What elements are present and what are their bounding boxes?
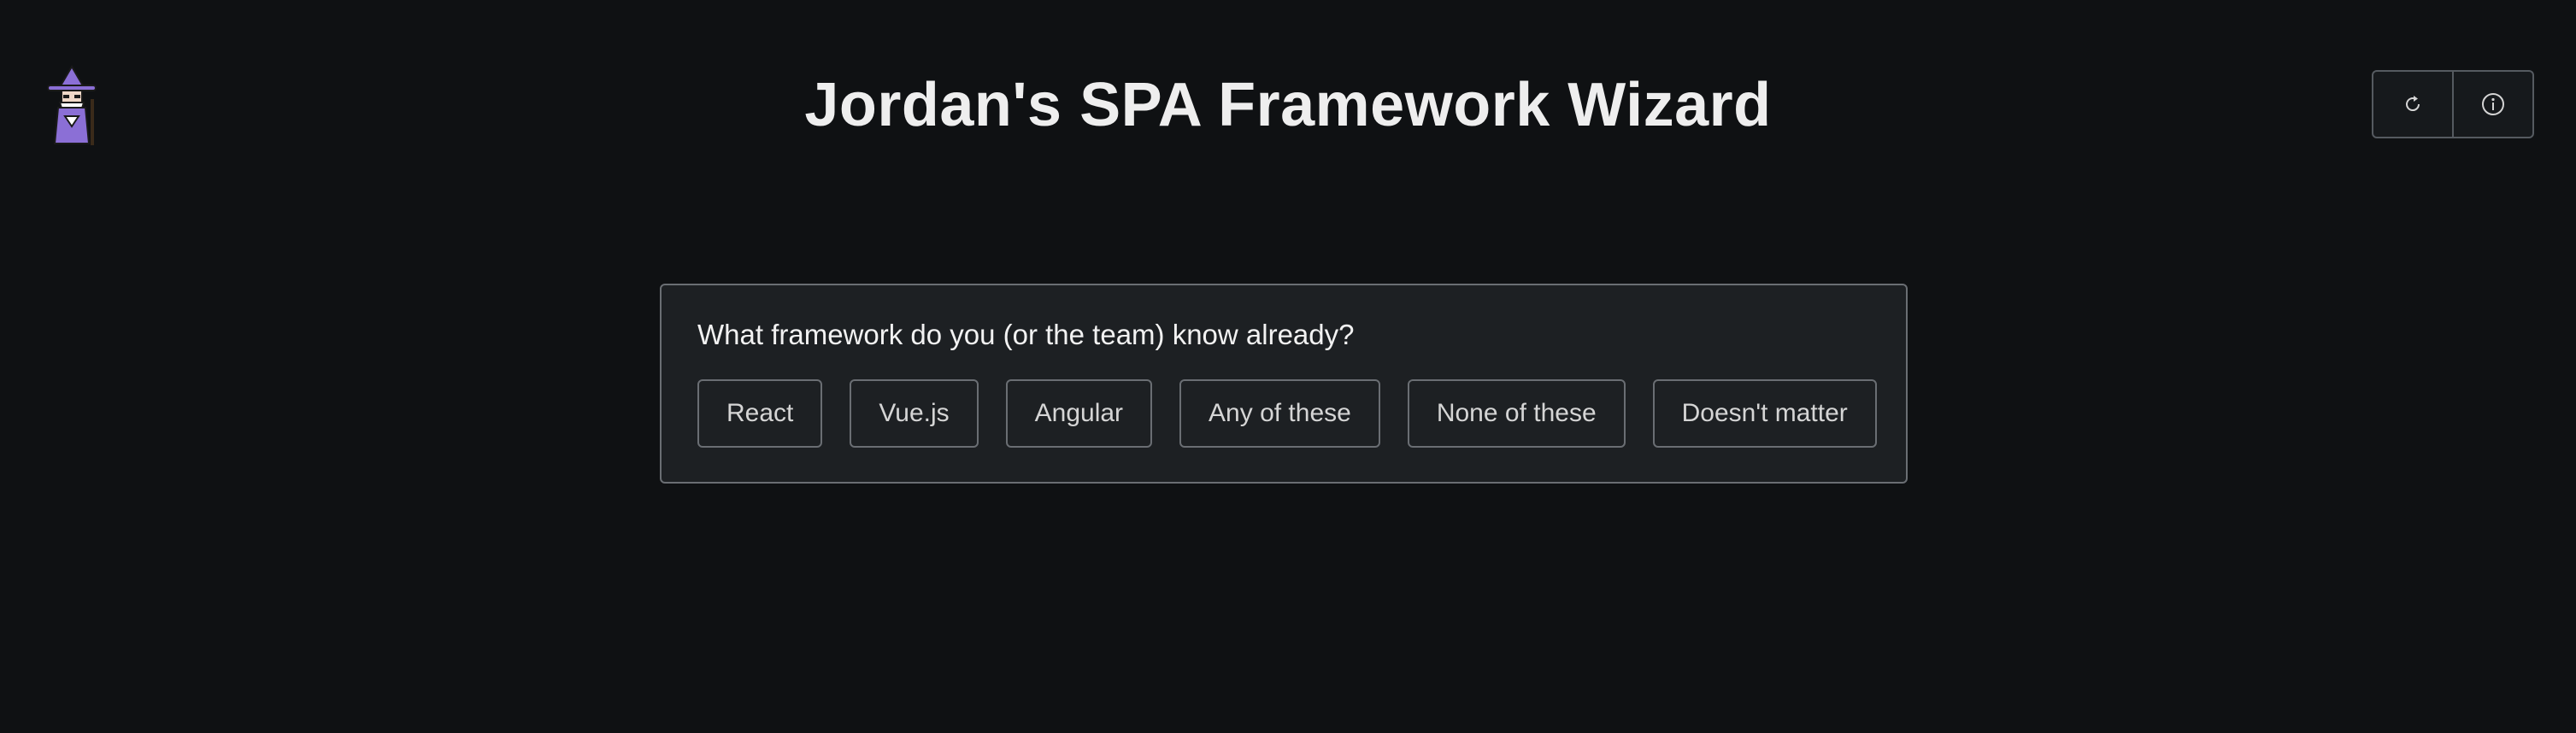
option-vue-button[interactable]: Vue.js xyxy=(850,379,979,448)
page-title: Jordan's SPA Framework Wizard xyxy=(804,71,1772,139)
refresh-icon xyxy=(2406,96,2420,112)
option-none-button[interactable]: None of these xyxy=(1407,379,1626,448)
option-any-button[interactable]: Any of these xyxy=(1179,379,1380,448)
page: Jordan's SPA Framework Wizard What frame… xyxy=(0,0,2576,733)
info-button[interactable] xyxy=(2452,72,2532,137)
option-angular-button[interactable]: Angular xyxy=(1005,379,1153,448)
restart-button[interactable] xyxy=(2373,72,2452,137)
question-card: What framework do you (or the team) know… xyxy=(660,284,1908,484)
option-doesnt-matter-button[interactable]: Doesn't matter xyxy=(1652,379,1877,448)
option-react-button[interactable]: React xyxy=(697,379,823,448)
info-icon xyxy=(2482,93,2504,115)
answer-options: React Vue.js Angular Any of these None o… xyxy=(697,379,1877,448)
question-text: What framework do you (or the team) know… xyxy=(697,319,1355,350)
toolbar xyxy=(2372,70,2534,138)
